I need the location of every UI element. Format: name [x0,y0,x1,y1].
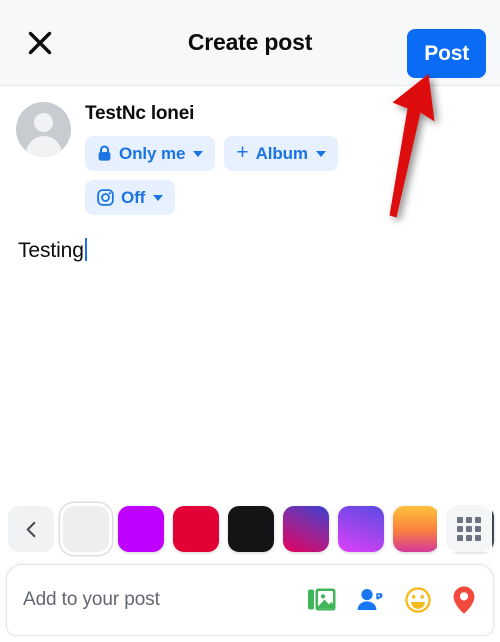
post-text-area[interactable]: Testing [0,224,500,500]
add-to-post-bar[interactable]: Add to your post [6,564,494,636]
instagram-crosspost-label: Off [121,187,146,207]
author-meta: TestNc lonei Only me + Album Off [85,102,482,224]
instagram-camera-icon [97,189,114,206]
background-swatch-purple-pink-gradient[interactable] [283,506,329,552]
avatar-body-shape [25,136,62,157]
background-picker-strip[interactable] [0,500,500,564]
location-pin-icon[interactable] [451,585,477,615]
add-to-post-label: Add to your post [23,589,160,610]
smiley-face-icon[interactable] [403,586,433,614]
background-picker-back-button[interactable] [8,506,54,552]
background-swatch-none[interactable] [63,506,109,552]
text-cursor [84,238,88,261]
create-post-screen: Create post Post TestNc lonei Only me + … [0,0,500,642]
background-swatch-magenta[interactable] [118,506,164,552]
avatar[interactable] [16,102,71,157]
background-swatch-orange-pink-gradient[interactable] [393,506,439,552]
album-label: Album [255,143,308,163]
background-swatch-black[interactable] [228,506,274,552]
chevron-down-icon [153,194,164,201]
tag-person-icon[interactable] [355,586,385,614]
lock-icon [97,145,112,162]
chevron-down-icon [193,150,204,157]
background-swatch-violet-gradient[interactable] [338,506,384,552]
audience-selector-button[interactable]: Only me [85,136,216,171]
album-selector-button[interactable]: + Album [224,136,338,171]
pill-row-secondary: Off [85,180,482,215]
grid-3x3-icon[interactable] [446,506,492,552]
header-bar: Create post Post [0,0,500,86]
author-section: TestNc lonei Only me + Album Off [0,86,500,224]
background-swatch-crimson[interactable] [173,506,219,552]
audience-label: Only me [119,143,186,163]
post-button[interactable]: Post [407,29,486,78]
avatar-head-shape [34,113,53,132]
instagram-crosspost-button[interactable]: Off [85,180,176,215]
post-text-value: Testing [18,239,84,262]
grid-dots [457,517,481,541]
background-picker-grid-container [437,506,492,552]
close-icon[interactable] [18,21,62,65]
plus-icon: + [236,141,249,164]
chevron-down-icon [315,150,326,157]
photo-gallery-icon[interactable] [307,586,337,614]
author-name: TestNc lonei [85,103,195,124]
add-to-post-actions [307,585,477,615]
pill-row-primary: Only me + Album [85,136,482,171]
